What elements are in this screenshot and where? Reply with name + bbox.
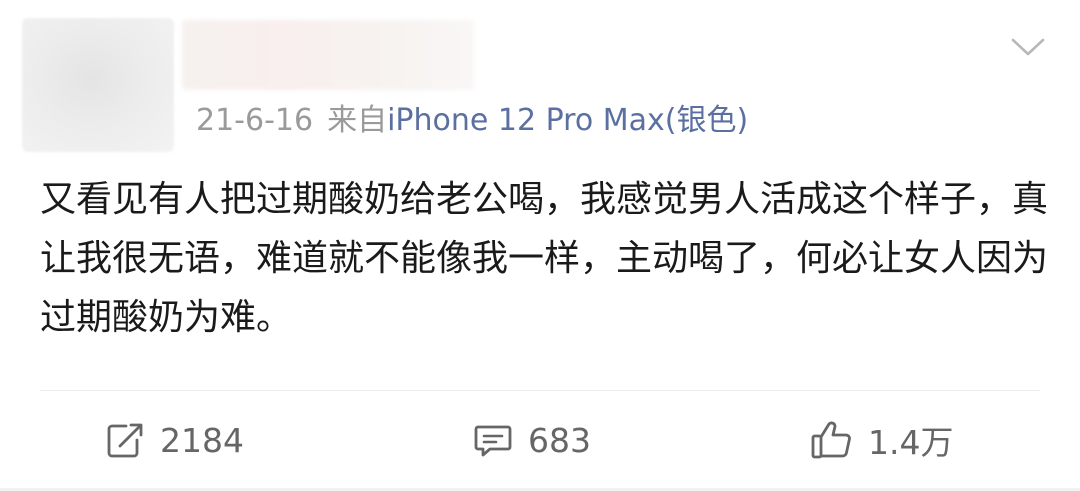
- username-blurred[interactable]: [182, 20, 474, 90]
- like-button[interactable]: 1.4万: [810, 415, 953, 465]
- divider: [40, 390, 1040, 391]
- comment-icon: [474, 425, 512, 457]
- like-count: 1.4万: [868, 423, 954, 462]
- source-device-link[interactable]: iPhone 12 Pro Max(银色): [387, 103, 748, 138]
- comment-count: 683: [528, 420, 591, 460]
- source-prefix: 来自: [327, 103, 388, 138]
- repost-button[interactable]: 2184: [104, 415, 244, 465]
- chevron-down-icon[interactable]: [1010, 34, 1046, 60]
- comment-button[interactable]: 683: [472, 415, 591, 465]
- weibo-post-card: 21-6-16 来自iPhone 12 Pro Max(银色) 又看见有人把过期酸…: [0, 0, 1080, 491]
- repost-count: 2184: [160, 420, 244, 460]
- post-content: 又看见有人把过期酸奶给老公喝，我感觉男人活成这个样子，真让我很无语，难道就不能像…: [40, 179, 1049, 338]
- post-date: 21-6-16: [196, 103, 314, 138]
- avatar[interactable]: [22, 18, 174, 152]
- post-meta: 21-6-16 来自iPhone 12 Pro Max(银色): [196, 100, 748, 142]
- thumbs-up-icon: [811, 421, 851, 459]
- repost-icon: [107, 423, 143, 458]
